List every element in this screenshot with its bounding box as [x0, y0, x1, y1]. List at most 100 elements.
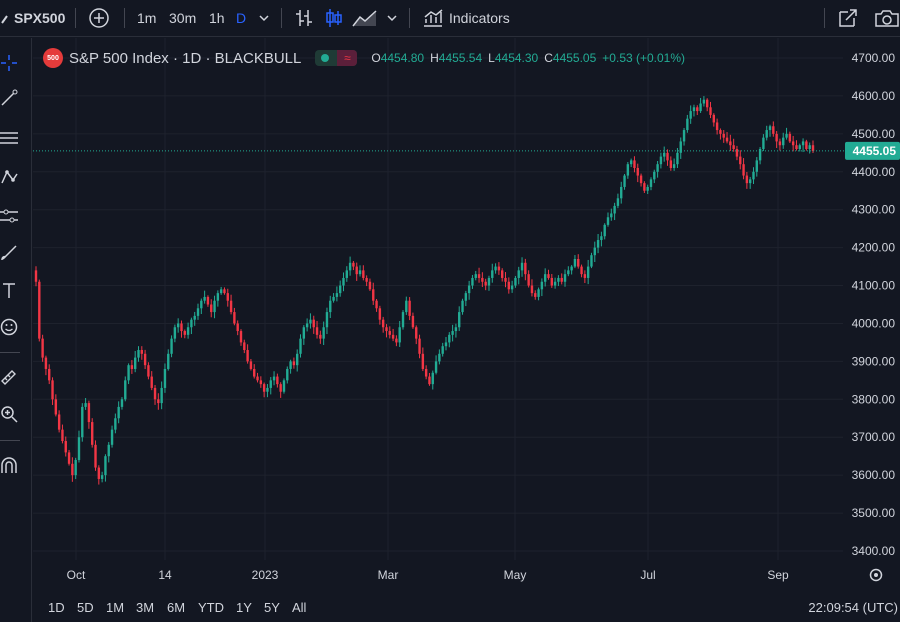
candle-body: [431, 372, 434, 385]
candle-body: [497, 266, 501, 271]
interval-label: 1h: [209, 10, 225, 26]
candle-body: [51, 380, 54, 400]
range-ytd[interactable]: YTD: [198, 600, 224, 615]
interval-1m[interactable]: 1m: [137, 0, 156, 36]
candle-body: [626, 164, 630, 176]
low-label: L: [488, 51, 495, 65]
candle-body: [362, 270, 365, 278]
candle-body: [537, 289, 540, 297]
candle-body: [325, 312, 329, 328]
candle-body: [692, 107, 696, 112]
series-title[interactable]: S&P 500 Index · 1D · BLACKBULL: [69, 50, 301, 67]
candle-body: [289, 361, 292, 369]
measure-tool[interactable]: [0, 364, 20, 388]
candles: [34, 96, 815, 485]
separator: [0, 352, 20, 353]
magnet-tool[interactable]: [0, 454, 20, 478]
candle-body: [778, 141, 782, 146]
range-all[interactable]: All: [292, 600, 306, 615]
bars-style-button[interactable]: [294, 0, 314, 36]
candle-body: [206, 296, 210, 305]
candle-body: [114, 418, 117, 430]
candle-body: [345, 270, 348, 278]
range-6m[interactable]: 6M: [167, 600, 185, 615]
candle-body: [77, 437, 81, 460]
clock[interactable]: 22:09:54 (UTC): [808, 600, 898, 615]
candle-body: [233, 312, 236, 324]
candle-body: [762, 137, 765, 150]
candle-body: [722, 133, 725, 138]
candle-body: [332, 296, 335, 301]
smiley-icon: [0, 318, 18, 336]
candle-body: [375, 300, 378, 309]
candle-body: [775, 133, 778, 142]
indicators-button[interactable]: Indicators: [422, 0, 510, 36]
gear-icon-center: [874, 573, 878, 577]
interval-d[interactable]: D: [236, 0, 246, 36]
range-3m[interactable]: 3M: [136, 600, 154, 615]
interval-1h[interactable]: 1h: [209, 0, 225, 36]
candle-body: [262, 384, 266, 392]
candle-body: [372, 289, 375, 301]
brush-tool[interactable]: [0, 241, 20, 265]
interval-30m[interactable]: 30m: [169, 0, 196, 36]
interval-label: D: [236, 10, 247, 26]
candle-body: [200, 300, 203, 309]
fib-tool[interactable]: [0, 126, 20, 150]
candle-body: [454, 327, 458, 332]
snapshot-button[interactable]: [874, 0, 900, 36]
candle-body: [729, 141, 732, 146]
candle-body: [368, 281, 372, 290]
candle-body: [451, 331, 454, 335]
emoji-tool[interactable]: [0, 315, 20, 339]
candle-body: [398, 327, 401, 343]
range-1y[interactable]: 1Y: [236, 600, 252, 615]
chevron-down-icon: [259, 15, 269, 22]
text-tool[interactable]: [0, 278, 20, 302]
candle-body: [606, 217, 610, 225]
symbol-logo: 500: [43, 48, 63, 68]
expand-icon: [839, 9, 857, 27]
candle-body: [74, 459, 77, 476]
time-axis[interactable]: Oct 14 2023 Mar May Jul Sep: [67, 568, 789, 582]
candles-style-button[interactable]: [324, 0, 344, 36]
candle-body: [669, 160, 673, 168]
candle-body: [256, 376, 259, 381]
symbol-search[interactable]: SPX500: [0, 0, 65, 36]
candle-body: [474, 274, 477, 278]
range-1d[interactable]: 1D: [48, 600, 65, 615]
settings-button[interactable]: [869, 568, 883, 582]
range-5y[interactable]: 5Y: [264, 600, 280, 615]
price-chart[interactable]: 4700.00 4600.00 4500.00 4400.00 4300.00 4200.…: [33, 38, 900, 592]
pattern-tool[interactable]: [0, 165, 20, 189]
price-axis[interactable]: 4700.00 4600.00 4500.00 4400.00 4300.00 4200.…: [852, 51, 896, 558]
candle-body: [355, 266, 358, 275]
candle-body: [338, 285, 342, 294]
candle-body: [421, 353, 425, 369]
compare-button[interactable]: [88, 0, 110, 36]
zoom-in-icon: [1, 406, 18, 423]
crosshair-tool[interactable]: [0, 51, 20, 75]
range-1m[interactable]: 1M: [106, 600, 124, 615]
separator: [75, 8, 76, 28]
trend-line-tool[interactable]: [0, 86, 20, 110]
candle-body: [196, 308, 200, 316]
prediction-tool[interactable]: [0, 204, 20, 228]
candle-body: [243, 342, 246, 351]
candle-body: [705, 99, 709, 108]
candle-body: [590, 255, 593, 267]
candle-body: [319, 334, 322, 339]
range-5d[interactable]: 5D: [77, 600, 94, 615]
fullscreen-button[interactable]: [837, 0, 859, 36]
current-price-label: 4455.05: [845, 141, 900, 160]
intervals-dropdown[interactable]: [258, 0, 270, 36]
chart-type-dropdown[interactable]: [386, 0, 398, 36]
plus-circle-icon: [89, 8, 109, 28]
zoom-tool[interactable]: [0, 402, 20, 426]
series-status-pill[interactable]: ≈: [315, 50, 358, 66]
candle-body: [676, 152, 679, 165]
candle-body: [487, 277, 491, 286]
candle-body: [117, 406, 120, 419]
candle-body: [395, 338, 398, 343]
area-style-button[interactable]: [352, 0, 378, 36]
